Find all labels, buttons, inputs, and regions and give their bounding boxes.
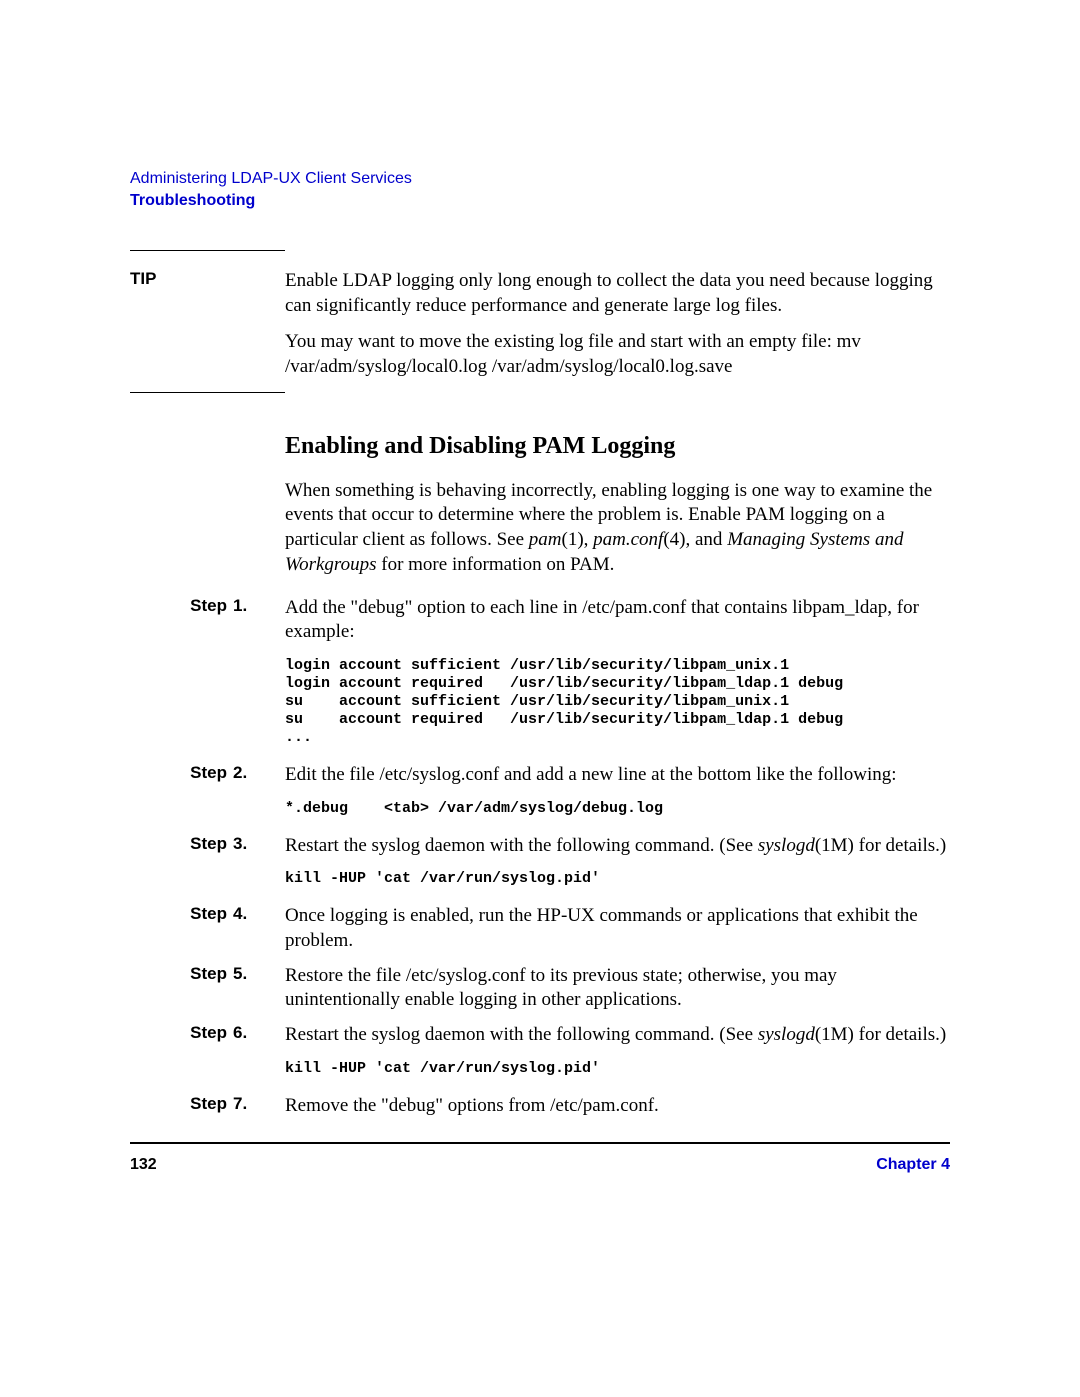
code-block-3: kill -HUP 'cat /var/run/syslog.pid': [285, 870, 950, 888]
intro-ital-2: pam.conf: [593, 529, 663, 550]
tip-para-2: You may want to move the existing log fi…: [285, 330, 950, 379]
tip-para-1: Enable LDAP logging only long enough to …: [285, 269, 950, 318]
step-label: Step: [190, 904, 227, 923]
chapter-label: Chapter 4: [876, 1156, 950, 1174]
intro-ital-1: pam: [529, 529, 562, 550]
step-text: Restart the syslog daemon with the follo…: [285, 1023, 950, 1048]
section-name: Troubleshooting: [130, 192, 950, 210]
step-text: Remove the "debug" options from /etc/pam…: [285, 1094, 950, 1119]
step-label: Step: [190, 1023, 227, 1042]
step-number: 7.: [233, 1094, 247, 1113]
step-label: Step: [190, 834, 227, 853]
step-label: Step: [190, 964, 227, 983]
step-text: Edit the file /etc/syslog.conf and add a…: [285, 763, 950, 788]
step-text-ital: syslogd: [758, 835, 815, 856]
step-6: Step 6. Restart the syslog daemon with t…: [130, 1023, 950, 1048]
tip-rule-bottom: [130, 392, 285, 393]
section-heading: Enabling and Disabling PAM Logging: [285, 433, 950, 460]
step-text: Add the "debug" option to each line in /…: [285, 596, 950, 645]
step-number: 1.: [233, 596, 247, 615]
step-number: 2.: [233, 763, 247, 782]
tip-block: TIP Enable LDAP logging only long enough…: [130, 250, 950, 393]
step-text: Restore the file /etc/syslog.conf to its…: [285, 964, 950, 1013]
code-block-6: kill -HUP 'cat /var/run/syslog.pid': [285, 1060, 950, 1078]
step-7: Step 7. Remove the "debug" options from …: [130, 1094, 950, 1119]
intro-text-mid2: (4), and: [663, 529, 727, 550]
breadcrumb: Administering LDAP-UX Client Services: [130, 170, 950, 188]
code-block-2: *.debug <tab> /var/adm/syslog/debug.log: [285, 800, 950, 818]
step-3: Step 3. Restart the syslog daemon with t…: [130, 834, 950, 859]
intro-text-mid1: (1),: [562, 529, 594, 550]
tip-rule-top: [130, 250, 285, 251]
tip-content: Enable LDAP logging only long enough to …: [285, 269, 950, 392]
step-text-prefix: Restart the syslog daemon with the follo…: [285, 835, 758, 856]
step-4: Step 4. Once logging is enabled, run the…: [130, 904, 950, 953]
step-number: 6.: [233, 1023, 247, 1042]
step-5: Step 5. Restore the file /etc/syslog.con…: [130, 964, 950, 1013]
step-text-prefix: Restart the syslog daemon with the follo…: [285, 1024, 758, 1045]
step-1: Step 1. Add the "debug" option to each l…: [130, 596, 950, 645]
step-text: Restart the syslog daemon with the follo…: [285, 834, 950, 859]
tip-label: TIP: [130, 269, 285, 289]
step-text: Once logging is enabled, run the HP-UX c…: [285, 904, 950, 953]
page-number: 132: [130, 1156, 157, 1174]
page-container: Administering LDAP-UX Client Services Tr…: [0, 0, 1080, 1254]
step-text-ital: syslogd: [758, 1024, 815, 1045]
step-text-suffix: (1M) for details.): [815, 1024, 946, 1045]
step-label: Step: [190, 596, 227, 615]
step-text-suffix: (1M) for details.): [815, 835, 946, 856]
step-number: 5.: [233, 964, 247, 983]
step-label: Step: [190, 1094, 227, 1113]
step-2: Step 2. Edit the file /etc/syslog.conf a…: [130, 763, 950, 788]
intro-paragraph: When something is behaving incorrectly, …: [285, 479, 950, 578]
step-number: 4.: [233, 904, 247, 923]
step-number: 3.: [233, 834, 247, 853]
step-label: Step: [190, 763, 227, 782]
intro-text-suffix: for more information on PAM.: [377, 554, 615, 575]
page-footer: 132 Chapter 4: [130, 1142, 950, 1174]
code-block-1: login account sufficient /usr/lib/securi…: [285, 657, 950, 747]
